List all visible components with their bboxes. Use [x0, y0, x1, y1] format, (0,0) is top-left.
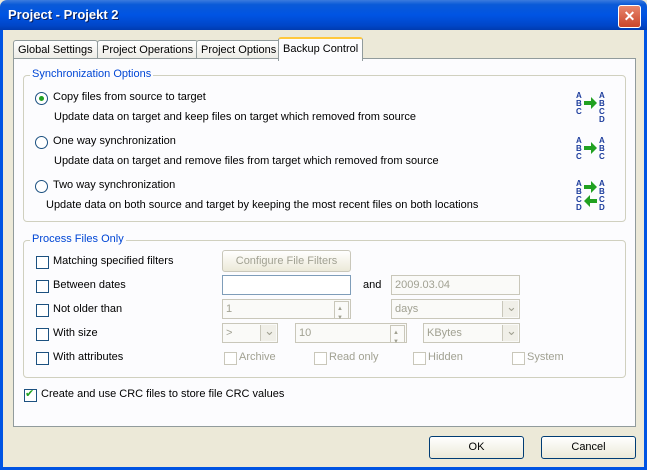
tab-global-settings[interactable]: Global Settings — [13, 40, 98, 59]
attr-hidden-label: Hidden — [428, 351, 463, 363]
icon-letter-c: C — [576, 107, 582, 116]
cancel-button[interactable]: Cancel — [541, 436, 636, 459]
sync-options-group: Synchronization Options Copy files from … — [23, 68, 626, 222]
configure-file-filters-button[interactable]: Configure File Filters — [222, 250, 351, 272]
with-attributes-label: With attributes — [53, 351, 124, 363]
sync-copy-label: Copy files from source to target — [53, 91, 206, 103]
process-files-group: Process Files Only Matching specified fi… — [23, 233, 626, 378]
close-icon[interactable]: ✕ — [618, 5, 641, 28]
window-title: Project - Projekt 2 — [8, 7, 119, 22]
not-older-spinner[interactable] — [334, 300, 349, 327]
size-value: 10 — [299, 327, 312, 339]
two-way-sync-icon: A B C D A B C D — [575, 178, 605, 212]
and-label: and — [363, 279, 382, 291]
sync-copy-radio[interactable] — [35, 92, 48, 105]
size-value-field[interactable]: 10 — [295, 323, 407, 351]
process-files-legend: Process Files Only — [30, 233, 126, 245]
tab-backup-control[interactable]: Backup Control — [278, 37, 364, 61]
icon-letter-d: D — [599, 203, 605, 212]
sync-two-way-description: Update data on both source and target by… — [46, 199, 479, 211]
between-dates-label: Between dates — [53, 279, 126, 291]
sync-one-way-description: Update data on target and remove files f… — [54, 155, 439, 167]
not-older-unit: days — [395, 303, 419, 315]
sync-two-way-label: Two way synchronization — [53, 179, 176, 191]
not-older-unit-select[interactable]: days — [391, 298, 520, 319]
one-way-sync-icon: A B C A B C — [575, 135, 605, 167]
chevron-down-icon[interactable] — [502, 322, 518, 341]
sync-one-way-label: One way synchronization — [53, 135, 176, 147]
size-spinner[interactable] — [390, 324, 405, 351]
dialog-window: Project - Projekt 2 ✕ Global Settings Pr… — [0, 0, 647, 470]
chevron-down-icon[interactable] — [502, 298, 518, 317]
copy-sync-icon: A B C A B C D — [575, 90, 605, 124]
date-to-field[interactable]: 2009.03.04 — [391, 275, 520, 295]
title-bar[interactable]: Project - Projekt 2 ✕ — [0, 0, 647, 30]
size-unit: KBytes — [427, 327, 462, 339]
attr-archive-label: Archive — [239, 351, 276, 363]
attr-archive-checkbox[interactable] — [224, 352, 237, 365]
tab-project-options[interactable]: Project Options — [196, 40, 282, 59]
icon-letter-c: C — [599, 152, 605, 161]
not-older-value: 1 — [226, 303, 233, 315]
attr-system-checkbox[interactable] — [512, 352, 525, 365]
not-older-label: Not older than — [53, 303, 123, 315]
size-operator-select[interactable]: > — [222, 322, 278, 343]
size-operator: > — [226, 327, 233, 339]
matching-filters-checkbox[interactable] — [36, 256, 49, 269]
not-older-checkbox[interactable] — [36, 304, 49, 317]
ok-button[interactable]: OK — [429, 436, 524, 459]
sync-copy-description: Update data on target and keep files on … — [54, 111, 416, 123]
date-from-field[interactable] — [222, 275, 351, 295]
attr-system-label: System — [527, 351, 564, 363]
attr-read-only-label: Read only — [329, 351, 379, 363]
between-dates-checkbox[interactable] — [36, 280, 49, 293]
sync-options-legend: Synchronization Options — [30, 68, 154, 80]
crc-label: Create and use CRC files to store file C… — [41, 388, 285, 400]
tab-project-operations[interactable]: Project Operations — [97, 40, 199, 59]
not-older-value-field[interactable]: 1 — [222, 299, 351, 327]
sync-one-way-radio[interactable] — [35, 136, 48, 149]
crc-checkbox[interactable] — [24, 387, 37, 402]
size-unit-select[interactable]: KBytes — [423, 322, 520, 343]
chevron-down-icon[interactable] — [260, 322, 276, 341]
icon-letter-c: C — [576, 152, 582, 161]
window-frame-left — [0, 30, 3, 470]
with-size-checkbox[interactable] — [36, 328, 49, 341]
with-attributes-checkbox[interactable] — [36, 352, 49, 365]
attr-hidden-checkbox[interactable] — [413, 352, 426, 365]
icon-letter-d: D — [576, 203, 582, 212]
icon-letter-d: D — [599, 115, 605, 122]
matching-filters-label: Matching specified filters — [53, 255, 174, 267]
sync-two-way-radio[interactable] — [35, 180, 48, 193]
attr-read-only-checkbox[interactable] — [314, 352, 327, 365]
with-size-label: With size — [53, 327, 98, 339]
backup-control-panel: Synchronization Options Copy files from … — [13, 58, 636, 427]
